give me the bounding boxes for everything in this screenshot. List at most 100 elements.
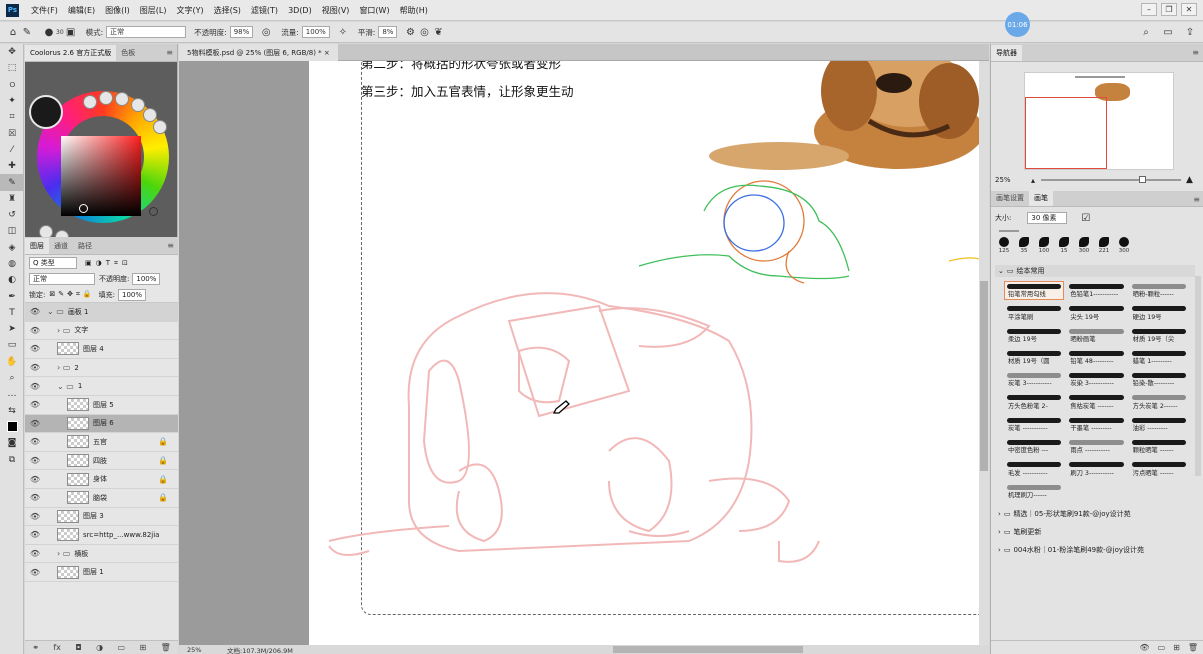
brush-item[interactable]: 机理刷刀------ xyxy=(1004,482,1064,501)
menu-window[interactable]: 窗口(W) xyxy=(359,5,389,16)
brush-item[interactable]: 柔边 19号 xyxy=(1004,326,1064,345)
brush-item[interactable]: 炭笔 3----------- xyxy=(1004,370,1064,389)
pressure-size-icon[interactable]: ◎ xyxy=(417,25,431,39)
brush-item[interactable]: 晒粉画笔 xyxy=(1066,326,1126,345)
menu-view[interactable]: 视图(V) xyxy=(322,5,350,16)
pressure-opacity-icon[interactable]: ◎ xyxy=(259,25,273,39)
mode-select[interactable]: 正常 xyxy=(106,26,187,38)
dodge-tool-icon[interactable]: ◐ xyxy=(0,272,24,288)
folder-icon[interactable]: › ▭ xyxy=(57,363,70,372)
zoom-out-icon[interactable]: ▴ xyxy=(1031,176,1035,185)
folder-icon[interactable]: ⌄ ▭ xyxy=(57,382,74,391)
brush-folder[interactable]: › ▭ 004水粉｜01-粉涂笔刷49款-@joy设计苑 xyxy=(995,543,1195,557)
brush-size-slider[interactable] xyxy=(999,230,1019,232)
folder-icon[interactable]: ⌄ ▭ xyxy=(47,307,64,316)
restore-icon[interactable]: ❐ xyxy=(1161,3,1177,16)
home-icon[interactable]: ⌂ xyxy=(6,25,20,39)
visibility-eye-icon[interactable]: 👁 xyxy=(25,437,45,446)
screen-mode-icon[interactable]: ⧉ xyxy=(0,451,24,467)
menu-type[interactable]: 文字(Y) xyxy=(176,5,203,16)
panel-menu-icon[interactable]: ≡ xyxy=(166,48,173,57)
brush-item[interactable]: 材质 19号（圆 xyxy=(1004,348,1064,367)
eyedropper-tool-icon[interactable]: ⁄ xyxy=(0,142,24,158)
layer-row[interactable]: 👁 图层 1 xyxy=(25,563,178,582)
layer-opacity-field[interactable]: 100% xyxy=(132,273,161,285)
brush-item[interactable]: 中密度色粉 --- xyxy=(1004,437,1064,456)
airbrush-icon[interactable]: ✧ xyxy=(336,25,350,39)
color-history-swatch[interactable] xyxy=(83,95,97,109)
close-icon[interactable]: ✕ xyxy=(1181,3,1197,16)
tab-paths[interactable]: 路径 xyxy=(73,238,97,254)
color-swap-icon[interactable]: ⇆ xyxy=(0,403,24,419)
new-layer-icon[interactable]: ⊞ xyxy=(139,643,146,652)
tab-layers[interactable]: 图层 xyxy=(25,238,49,254)
brush-tool-preset-icon[interactable]: ✎ xyxy=(20,25,34,39)
document-tab[interactable]: 5物料模板.psd @ 25% (图层 6, RGB/8) * × xyxy=(179,44,338,61)
canvas[interactable]: 第二步：将概括的形状夸张或者变形 第三步：加入五官表情，让形象更生动 xyxy=(309,61,979,645)
new-group-icon[interactable]: ▭ xyxy=(117,643,125,652)
layer-row[interactable]: 👁 › ▭ 文字 xyxy=(25,322,178,341)
visibility-eye-icon[interactable]: 👁 xyxy=(25,344,45,353)
brush-item[interactable]: 颗粒晒笔 ------ xyxy=(1129,437,1189,456)
brush-item[interactable]: 色铅笔1----------- xyxy=(1066,281,1126,300)
layer-row[interactable]: 👁 › ▭ 横板 xyxy=(25,545,178,564)
share-icon[interactable]: ⇪ xyxy=(1183,25,1197,39)
brush-item[interactable]: 铅笔 48--------- xyxy=(1066,348,1126,367)
minimize-icon[interactable]: – xyxy=(1141,3,1157,16)
opacity-field[interactable]: 98% xyxy=(229,26,254,38)
color-history-swatch[interactable] xyxy=(131,98,145,112)
brush-item[interactable]: 毛发 ----------- xyxy=(1004,459,1064,478)
visibility-eye-icon[interactable]: 👁 xyxy=(25,326,45,335)
brush-item[interactable]: 炭染 3----------- xyxy=(1066,370,1126,389)
visibility-eye-icon[interactable]: 👁 xyxy=(25,475,45,484)
brush-item[interactable]: 炭笔 ----------- xyxy=(1004,415,1064,434)
current-color-swatch[interactable] xyxy=(29,95,63,129)
navigator-zoom-slider[interactable] xyxy=(1041,176,1181,183)
create-brush-icon[interactable]: ☑ xyxy=(1081,213,1090,224)
layer-row[interactable]: 👁 › ▭ 2 xyxy=(25,359,178,378)
menu-file[interactable]: 文件(F) xyxy=(31,5,58,16)
brush-preset[interactable]: 100 xyxy=(1035,237,1053,254)
brush-preset[interactable]: 300 xyxy=(1115,237,1133,254)
link-layers-icon[interactable]: ⚭ xyxy=(32,643,39,652)
eraser-tool-icon[interactable]: ◫ xyxy=(0,223,24,239)
layer-row[interactable]: 👁 图层 6 xyxy=(25,414,178,434)
folder-icon[interactable]: › ▭ xyxy=(57,549,70,558)
brush-item[interactable]: 材质 19号（尖 xyxy=(1129,326,1189,345)
panel-menu-icon[interactable]: ≡ xyxy=(1192,48,1199,57)
frame-tool-icon[interactable]: ☒ xyxy=(0,125,24,141)
menu-image[interactable]: 图像(I) xyxy=(105,5,130,16)
brush-item[interactable]: 方头炭笔 2------ xyxy=(1129,392,1189,411)
menu-edit[interactable]: 编辑(E) xyxy=(68,5,95,16)
saturation-value-square[interactable] xyxy=(61,136,141,216)
brush-item[interactable]: 雨点 ----------- xyxy=(1066,437,1126,456)
brush-preset[interactable]: 221 xyxy=(1095,237,1113,254)
zoom-level[interactable]: 25% xyxy=(187,646,217,654)
blend-mode-select[interactable]: 正常 xyxy=(29,273,95,285)
history-brush-tool-icon[interactable]: ↺ xyxy=(0,207,24,223)
more-tools-icon[interactable]: … xyxy=(0,386,24,402)
new-brush-icon[interactable]: ⊞ xyxy=(1173,643,1180,652)
brush-preset[interactable]: 15 xyxy=(1055,237,1073,254)
brush-item[interactable]: 尖头 19号 xyxy=(1066,303,1126,322)
brush-preset[interactable]: 35 xyxy=(1015,237,1033,254)
brush-item[interactable]: 平涂笔刷 xyxy=(1004,303,1064,322)
hand-tool-icon[interactable]: ✋ xyxy=(0,354,24,370)
layer-row[interactable]: 👁 图层 5 xyxy=(25,396,178,415)
visibility-eye-icon[interactable]: 👁 xyxy=(25,382,45,391)
toggle-brush-preview-icon[interactable]: 👁 xyxy=(1139,643,1149,652)
brush-size-picker[interactable]: ● 30 xyxy=(42,25,64,39)
layer-row[interactable]: 👁 四肢 🔒 xyxy=(25,452,178,471)
quick-mask-icon[interactable]: ◙ xyxy=(0,435,24,451)
tab-coolorus[interactable]: Coolorus 2.6 官方正式版 xyxy=(25,45,117,61)
brush-item[interactable]: 蜡笔 1--------- xyxy=(1129,348,1189,367)
brush-item[interactable]: 刷刀 3----------- xyxy=(1066,459,1126,478)
layer-row[interactable]: 👁 图层 4 xyxy=(25,340,178,359)
brush-preset[interactable]: 125 xyxy=(995,237,1013,254)
flow-field[interactable]: 100% xyxy=(301,26,330,38)
crop-tool-icon[interactable]: ⌗ xyxy=(0,109,24,125)
rectangle-tool-icon[interactable]: ▭ xyxy=(0,337,24,353)
paint-bucket-tool-icon[interactable]: ◈ xyxy=(0,240,24,256)
layer-row[interactable]: 👁 身体 🔒 xyxy=(25,470,178,489)
add-mask-icon[interactable]: ◘ xyxy=(75,643,81,652)
